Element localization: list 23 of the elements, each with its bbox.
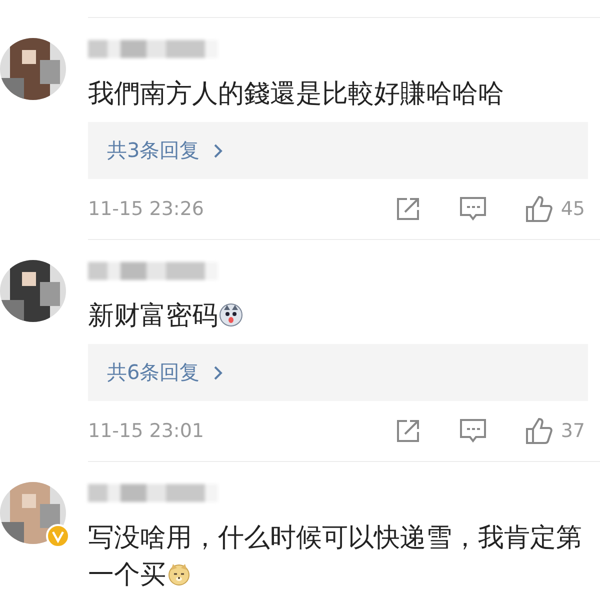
- view-replies-button[interactable]: 共3条回复: [88, 122, 588, 179]
- comment-text-line: 一个买: [88, 560, 166, 590]
- view-replies-button[interactable]: 共6条回复: [88, 344, 588, 401]
- blurred-username[interactable]: [88, 40, 218, 58]
- comment-icon[interactable]: [458, 196, 487, 222]
- comment-time: 11-15 23:01: [88, 420, 206, 442]
- comment-time: 11-15 23:26: [88, 198, 206, 220]
- chevron-right-icon: [212, 364, 224, 380]
- share-icon[interactable]: [394, 418, 421, 444]
- like-count: 37: [560, 420, 585, 442]
- chevron-right-icon: [212, 142, 224, 158]
- comment-text: 我們南方人的錢還是比較好賺哈哈哈: [88, 79, 504, 109]
- comment-icon[interactable]: [458, 418, 487, 444]
- comment-text: 新财富密码: [88, 301, 218, 331]
- like-count: 45: [560, 198, 585, 220]
- dog-emoji-icon: [167, 562, 191, 586]
- thumbs-up-icon[interactable]: [524, 195, 553, 223]
- husky-emoji-icon: [219, 303, 243, 327]
- blurred-username[interactable]: [88, 262, 218, 280]
- thumbs-up-icon[interactable]: [524, 417, 553, 445]
- share-icon[interactable]: [394, 196, 421, 222]
- comment-text-line: 写没啥用，什么时候可以快递雪，我肯定第: [88, 523, 582, 553]
- blurred-username[interactable]: [88, 484, 218, 502]
